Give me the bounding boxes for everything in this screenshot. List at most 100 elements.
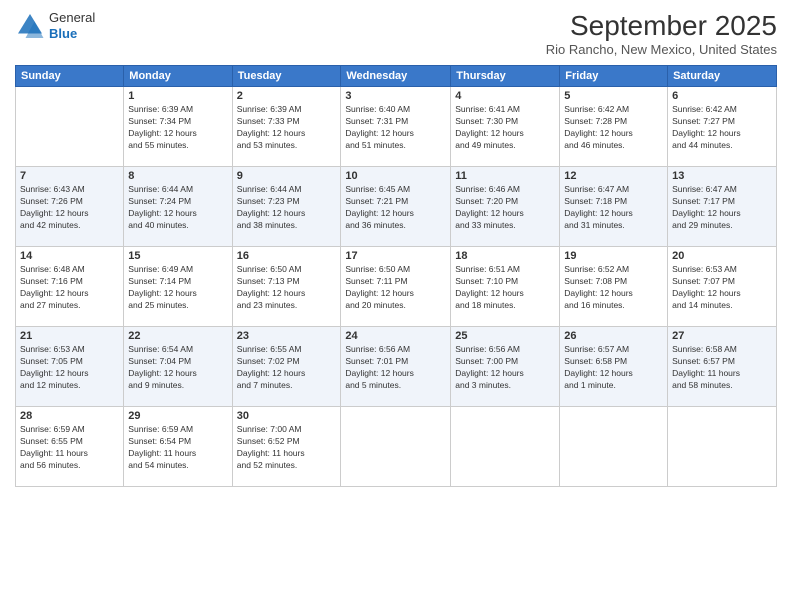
day-info: Sunrise: 6:56 AMSunset: 7:01 PMDaylight:… (345, 344, 446, 392)
calendar-day-cell: 5 Sunrise: 6:42 AMSunset: 7:28 PMDaylight… (560, 87, 668, 167)
day-number: 14 (20, 250, 119, 262)
day-info: Sunrise: 6:39 AMSunset: 7:33 PMDaylight:… (237, 104, 337, 152)
empty-cell (668, 407, 777, 487)
day-number: 24 (345, 330, 446, 342)
day-number: 8 (128, 170, 227, 182)
day-info: Sunrise: 6:58 AMSunset: 6:57 PMDaylight:… (672, 344, 772, 392)
day-info: Sunrise: 6:43 AMSunset: 7:26 PMDaylight:… (20, 184, 119, 232)
day-number: 10 (345, 170, 446, 182)
logo-icon (15, 11, 45, 41)
calendar-header-friday: Friday (560, 66, 668, 87)
day-info: Sunrise: 6:49 AMSunset: 7:14 PMDaylight:… (128, 264, 227, 312)
calendar-day-cell: 15 Sunrise: 6:49 AMSunset: 7:14 PMDayligh… (124, 247, 232, 327)
calendar-day-cell: 10 Sunrise: 6:45 AMSunset: 7:21 PMDayligh… (341, 167, 451, 247)
calendar-week-row: 28 Sunrise: 6:59 AMSunset: 6:55 PMDayligh… (16, 407, 777, 487)
day-number: 12 (564, 170, 663, 182)
calendar-table: SundayMondayTuesdayWednesdayThursdayFrid… (15, 65, 777, 487)
day-info: Sunrise: 6:53 AMSunset: 7:07 PMDaylight:… (672, 264, 772, 312)
day-number: 13 (672, 170, 772, 182)
calendar-day-cell: 12 Sunrise: 6:47 AMSunset: 7:18 PMDayligh… (560, 167, 668, 247)
day-number: 18 (455, 250, 555, 262)
day-info: Sunrise: 6:41 AMSunset: 7:30 PMDaylight:… (455, 104, 555, 152)
day-number: 1 (128, 90, 227, 102)
calendar-day-cell: 13 Sunrise: 6:47 AMSunset: 7:17 PMDayligh… (668, 167, 777, 247)
calendar-week-row: 1 Sunrise: 6:39 AMSunset: 7:34 PMDaylight… (16, 87, 777, 167)
day-info: Sunrise: 6:42 AMSunset: 7:28 PMDaylight:… (564, 104, 663, 152)
day-number: 25 (455, 330, 555, 342)
day-number: 2 (237, 90, 337, 102)
day-number: 15 (128, 250, 227, 262)
calendar-day-cell: 11Sunrise: 6:46 AMSunset: 7:20 PMDayligh… (451, 167, 560, 247)
calendar-day-cell: 9 Sunrise: 6:44 AMSunset: 7:23 PMDaylight… (232, 167, 341, 247)
day-info: Sunrise: 6:51 AMSunset: 7:10 PMDaylight:… (455, 264, 555, 312)
logo: General Blue (15, 10, 95, 41)
logo-text: General Blue (49, 10, 95, 41)
day-info: Sunrise: 6:59 AMSunset: 6:55 PMDaylight:… (20, 424, 119, 472)
calendar-header-tuesday: Tuesday (232, 66, 341, 87)
calendar-day-cell: 21 Sunrise: 6:53 AMSunset: 7:05 PMDayligh… (16, 327, 124, 407)
day-number: 26 (564, 330, 663, 342)
calendar-week-row: 14 Sunrise: 6:48 AMSunset: 7:16 PMDayligh… (16, 247, 777, 327)
day-info: Sunrise: 6:42 AMSunset: 7:27 PMDaylight:… (672, 104, 772, 152)
calendar-header-monday: Monday (124, 66, 232, 87)
empty-cell (16, 87, 124, 167)
day-info: Sunrise: 6:45 AMSunset: 7:21 PMDaylight:… (345, 184, 446, 232)
day-number: 21 (20, 330, 119, 342)
day-info: Sunrise: 6:48 AMSunset: 7:16 PMDaylight:… (20, 264, 119, 312)
day-info: Sunrise: 6:54 AMSunset: 7:04 PMDaylight:… (128, 344, 227, 392)
calendar-day-cell: 24 Sunrise: 6:56 AMSunset: 7:01 PMDayligh… (341, 327, 451, 407)
calendar-day-cell: 19Sunrise: 6:52 AMSunset: 7:08 PMDayligh… (560, 247, 668, 327)
calendar-header-wednesday: Wednesday (341, 66, 451, 87)
calendar-day-cell: 14 Sunrise: 6:48 AMSunset: 7:16 PMDayligh… (16, 247, 124, 327)
day-number: 9 (237, 170, 337, 182)
day-number: 6 (672, 90, 772, 102)
calendar-day-cell: 4 Sunrise: 6:41 AMSunset: 7:30 PMDaylight… (451, 87, 560, 167)
day-number: 22 (128, 330, 227, 342)
calendar-day-cell: 29 Sunrise: 6:59 AMSunset: 6:54 PMDayligh… (124, 407, 232, 487)
day-number: 30 (237, 410, 337, 422)
calendar-day-cell: 2 Sunrise: 6:39 AMSunset: 7:33 PMDaylight… (232, 87, 341, 167)
calendar-header-thursday: Thursday (451, 66, 560, 87)
calendar-week-row: 7 Sunrise: 6:43 AMSunset: 7:26 PMDaylight… (16, 167, 777, 247)
day-info: Sunrise: 7:00 AMSunset: 6:52 PMDaylight:… (237, 424, 337, 472)
day-number: 5 (564, 90, 663, 102)
day-info: Sunrise: 6:39 AMSunset: 7:34 PMDaylight:… (128, 104, 227, 152)
calendar-header-row: SundayMondayTuesdayWednesdayThursdayFrid… (16, 66, 777, 87)
logo-blue: Blue (49, 26, 95, 42)
calendar-week-row: 21 Sunrise: 6:53 AMSunset: 7:05 PMDayligh… (16, 327, 777, 407)
day-number: 7 (20, 170, 119, 182)
page: General Blue September 2025 Rio Rancho, … (0, 0, 792, 612)
calendar-day-cell: 8Sunrise: 6:44 AMSunset: 7:24 PMDaylight… (124, 167, 232, 247)
day-info: Sunrise: 6:47 AMSunset: 7:18 PMDaylight:… (564, 184, 663, 232)
day-info: Sunrise: 6:53 AMSunset: 7:05 PMDaylight:… (20, 344, 119, 392)
day-number: 17 (345, 250, 446, 262)
day-number: 11 (455, 170, 555, 182)
calendar-day-cell: 30 Sunrise: 7:00 AMSunset: 6:52 PMDayligh… (232, 407, 341, 487)
day-number: 3 (345, 90, 446, 102)
day-info: Sunrise: 6:56 AMSunset: 7:00 PMDaylight:… (455, 344, 555, 392)
calendar-header-sunday: Sunday (16, 66, 124, 87)
day-info: Sunrise: 6:40 AMSunset: 7:31 PMDaylight:… (345, 104, 446, 152)
empty-cell (451, 407, 560, 487)
calendar-day-cell: 16Sunrise: 6:50 AMSunset: 7:13 PMDayligh… (232, 247, 341, 327)
day-info: Sunrise: 6:47 AMSunset: 7:17 PMDaylight:… (672, 184, 772, 232)
calendar-day-cell: 22 Sunrise: 6:54 AMSunset: 7:04 PMDayligh… (124, 327, 232, 407)
calendar-day-cell: 27 Sunrise: 6:58 AMSunset: 6:57 PMDayligh… (668, 327, 777, 407)
day-number: 27 (672, 330, 772, 342)
day-number: 28 (20, 410, 119, 422)
day-info: Sunrise: 6:44 AMSunset: 7:23 PMDaylight:… (237, 184, 337, 232)
location: Rio Rancho, New Mexico, United States (546, 42, 777, 57)
day-number: 4 (455, 90, 555, 102)
calendar-header-saturday: Saturday (668, 66, 777, 87)
day-number: 29 (128, 410, 227, 422)
calendar-day-cell: 23Sunrise: 6:55 AMSunset: 7:02 PMDayligh… (232, 327, 341, 407)
empty-cell (560, 407, 668, 487)
day-info: Sunrise: 6:57 AMSunset: 6:58 PMDaylight:… (564, 344, 663, 392)
calendar-day-cell: 18 Sunrise: 6:51 AMSunset: 7:10 PMDayligh… (451, 247, 560, 327)
day-info: Sunrise: 6:59 AMSunset: 6:54 PMDaylight:… (128, 424, 227, 472)
calendar-day-cell: 1 Sunrise: 6:39 AMSunset: 7:34 PMDaylight… (124, 87, 232, 167)
day-info: Sunrise: 6:50 AMSunset: 7:13 PMDaylight:… (237, 264, 337, 312)
header: General Blue September 2025 Rio Rancho, … (15, 10, 777, 57)
day-info: Sunrise: 6:50 AMSunset: 7:11 PMDaylight:… (345, 264, 446, 312)
title-block: September 2025 Rio Rancho, New Mexico, U… (546, 10, 777, 57)
